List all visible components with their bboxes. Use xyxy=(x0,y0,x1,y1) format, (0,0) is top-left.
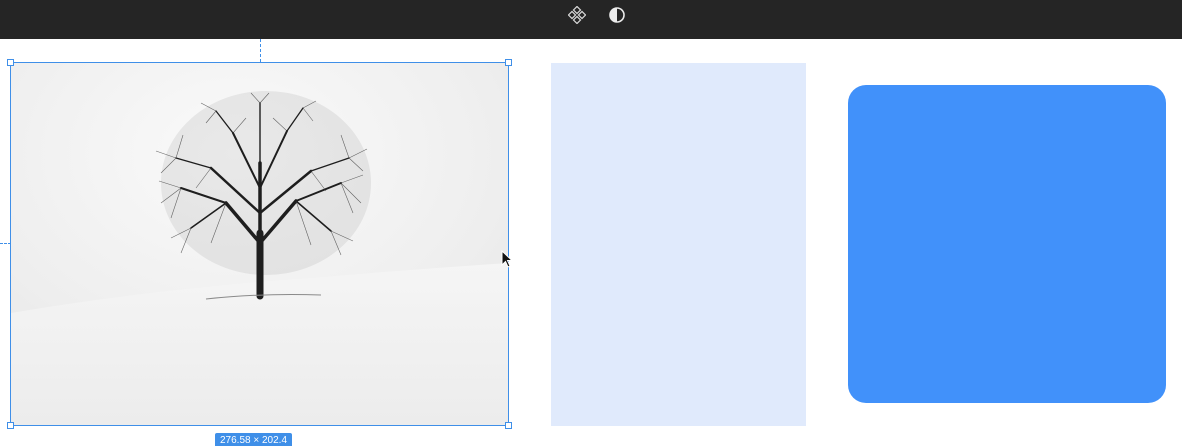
horizontal-guide xyxy=(0,243,11,244)
mouse-pointer-icon xyxy=(501,250,513,268)
resize-handle-bottom-left[interactable] xyxy=(7,422,14,429)
resize-handle-bottom-right[interactable] xyxy=(505,422,512,429)
blue-rounded-square[interactable] xyxy=(848,85,1166,403)
dimensions-label: 276.58 × 202.4 xyxy=(215,433,293,446)
vertical-guide xyxy=(260,39,261,62)
resize-handle-top-left[interactable] xyxy=(7,59,14,66)
light-blue-rectangle[interactable] xyxy=(551,63,806,426)
top-toolbar xyxy=(0,0,1182,39)
tree-image[interactable] xyxy=(11,63,509,426)
design-canvas[interactable]: 276.58 × 202.4 xyxy=(0,39,1182,446)
contrast-icon[interactable] xyxy=(608,6,626,24)
resize-handle-top-right[interactable] xyxy=(505,59,512,66)
component-icon[interactable] xyxy=(568,6,586,24)
